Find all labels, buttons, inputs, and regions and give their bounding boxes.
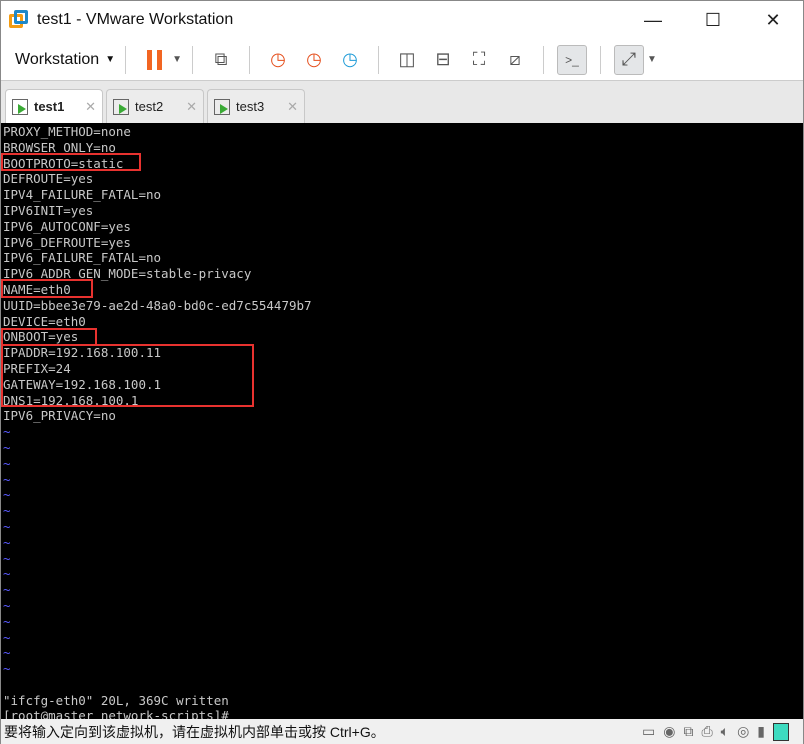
console-view-button[interactable]: >_ <box>557 44 587 75</box>
highlight-box-network <box>1 344 254 407</box>
vim-empty-line-tilde: ~ <box>3 424 11 440</box>
config-line: DEVICE=eth0 <box>3 313 86 329</box>
tab-test3[interactable]: test3 ✕ <box>207 89 305 123</box>
vim-empty-line-tilde: ~ <box>3 487 11 503</box>
config-line: PROXY_METHOD=none <box>3 124 131 139</box>
maximize-button[interactable]: ☐ <box>683 10 743 31</box>
unity-button[interactable]: ⧄ <box>500 45 530 75</box>
sound-icon[interactable]: 🔈︎ <box>721 723 729 741</box>
config-line: ONBOOT=yes <box>3 329 79 345</box>
hard-disk-icon[interactable]: ▭ <box>642 723 655 741</box>
snapshot-revert-button[interactable]: ◷ <box>299 45 329 75</box>
thumbnail-view-icon: ⊟ <box>435 49 451 69</box>
vim-empty-line-tilde: ~ <box>3 582 11 598</box>
close-tab-icon[interactable]: ✕ <box>287 99 298 115</box>
vim-empty-line-tilde: ~ <box>3 550 11 566</box>
vim-empty-line-tilde: ~ <box>3 661 11 677</box>
fullscreen-icon: ⛶ <box>472 49 486 69</box>
status-bar: 要将输入定向到该虚拟机，请在虚拟机内部单击或按 Ctrl+G。 ▭ ◉ ⧉ ⎙ … <box>1 719 803 744</box>
pause-button[interactable] <box>139 45 169 75</box>
config-line: IPV6_DEFROUTE=yes <box>3 234 131 250</box>
vim-empty-line-tilde: ~ <box>3 471 11 487</box>
config-line: IPV4_FAILURE_FATAL=no <box>3 187 162 203</box>
vim-empty-line-tilde: ~ <box>3 534 11 550</box>
fullscreen-button[interactable]: ⛶ <box>464 45 494 75</box>
library-view-icon: ◫ <box>398 49 416 69</box>
workstation-menu-label: Workstation <box>15 50 100 68</box>
config-line: DEFROUTE=yes <box>3 171 94 187</box>
send-ctrl-alt-del-icon: ⧉ <box>214 49 228 69</box>
window-title: test1 - VMware Workstation <box>37 11 234 28</box>
toolbar: Workstation ▼ ▼ ⧉ ◷ ◷ ◷ ◫ ⊟ ⛶ ⧄ >_ ⤢ ▼ <box>1 39 803 81</box>
chevron-down-icon[interactable]: ▼ <box>172 54 182 65</box>
vm-tabs: test1 ✕ test2 ✕ test3 ✕ <box>1 81 803 123</box>
vim-empty-line-tilde: ~ <box>3 439 11 455</box>
status-hint: 要将输入定向到该虚拟机，请在虚拟机内部单击或按 Ctrl+G。 <box>4 723 385 740</box>
config-line: IPV6_FAILURE_FATAL=no <box>3 250 162 266</box>
workstation-menu[interactable]: Workstation ▼ <box>15 51 115 69</box>
config-line: IPV6_ADDR_GEN_MODE=stable-privacy <box>3 266 252 282</box>
message-log-icon[interactable] <box>773 722 789 741</box>
vim-empty-line-tilde: ~ <box>3 629 11 645</box>
snapshot-revert-icon: ◷ <box>306 49 322 69</box>
highlight-box-name <box>1 279 93 298</box>
vm-console[interactable]: PROXY_METHOD=none BROWSER_ONLY=no BOOTPROT… <box>1 123 803 723</box>
network-adapter-icon[interactable]: ⧉ <box>683 723 693 741</box>
thumbnail-view-button[interactable]: ⊟ <box>428 45 458 75</box>
vim-status-message: "ifcfg-eth0" 20L, 369C written <box>3 692 229 708</box>
close-button[interactable]: ✕ <box>743 10 803 31</box>
vim-empty-line-tilde: ~ <box>3 518 11 534</box>
vm-running-icon <box>113 98 129 115</box>
close-tab-icon[interactable]: ✕ <box>85 99 96 115</box>
highlight-box-bootproto <box>1 153 141 171</box>
vim-empty-line-tilde: ~ <box>3 613 11 629</box>
tab-label: test1 <box>34 99 65 114</box>
config-line: NAME=eth0 <box>3 281 71 297</box>
title-bar: test1 - VMware Workstation — ☐ ✕ <box>1 1 803 39</box>
snapshot-take-icon: ◷ <box>270 49 286 69</box>
pause-icon <box>146 49 162 70</box>
close-tab-icon[interactable]: ✕ <box>186 99 197 115</box>
config-line: IPV6_PRIVACY=no <box>3 408 116 424</box>
vim-empty-line-tilde: ~ <box>3 503 11 519</box>
config-line: IPV6_AUTOCONF=yes <box>3 218 131 234</box>
tab-test2[interactable]: test2 ✕ <box>106 89 204 123</box>
vim-empty-line-tilde: ~ <box>3 455 11 471</box>
snapshot-manager-button[interactable]: ◷ <box>335 45 365 75</box>
config-line: UUID=bbee3e79-ae2d-48a0-bd0c-ed7c554479b… <box>3 297 312 313</box>
vmware-logo-icon <box>9 10 29 30</box>
snapshot-take-button[interactable]: ◷ <box>263 45 293 75</box>
vim-empty-line-tilde: ~ <box>3 566 11 582</box>
vim-empty-line-tilde: ~ <box>3 645 11 661</box>
minimize-button[interactable]: — <box>623 10 683 31</box>
stretch-icon: ⤢ <box>621 49 637 69</box>
vm-running-icon <box>214 98 230 115</box>
printer-icon[interactable]: ⎙ <box>701 723 712 741</box>
snapshot-manager-icon: ◷ <box>342 49 358 69</box>
usb-icon[interactable]: ▮ <box>757 723 765 741</box>
unity-icon: ⧄ <box>509 49 521 69</box>
config-line: IPV6INIT=yes <box>3 202 94 218</box>
cd-dvd-icon[interactable]: ◉ <box>663 723 675 741</box>
camera-icon[interactable]: ◎ <box>737 723 749 741</box>
chevron-down-icon[interactable]: ▼ <box>647 54 657 65</box>
vim-empty-line-tilde: ~ <box>3 597 11 613</box>
vm-running-icon <box>12 98 28 115</box>
tab-label: test2 <box>135 99 164 114</box>
tab-label: test3 <box>236 99 265 114</box>
library-view-button[interactable]: ◫ <box>392 45 422 75</box>
console-view-icon: >_ <box>565 52 579 67</box>
stretch-button[interactable]: ⤢ <box>614 44 644 75</box>
tab-test1[interactable]: test1 ✕ <box>5 89 103 123</box>
chevron-down-icon: ▼ <box>105 54 116 65</box>
send-ctrl-alt-del-button[interactable]: ⧉ <box>206 45 236 75</box>
